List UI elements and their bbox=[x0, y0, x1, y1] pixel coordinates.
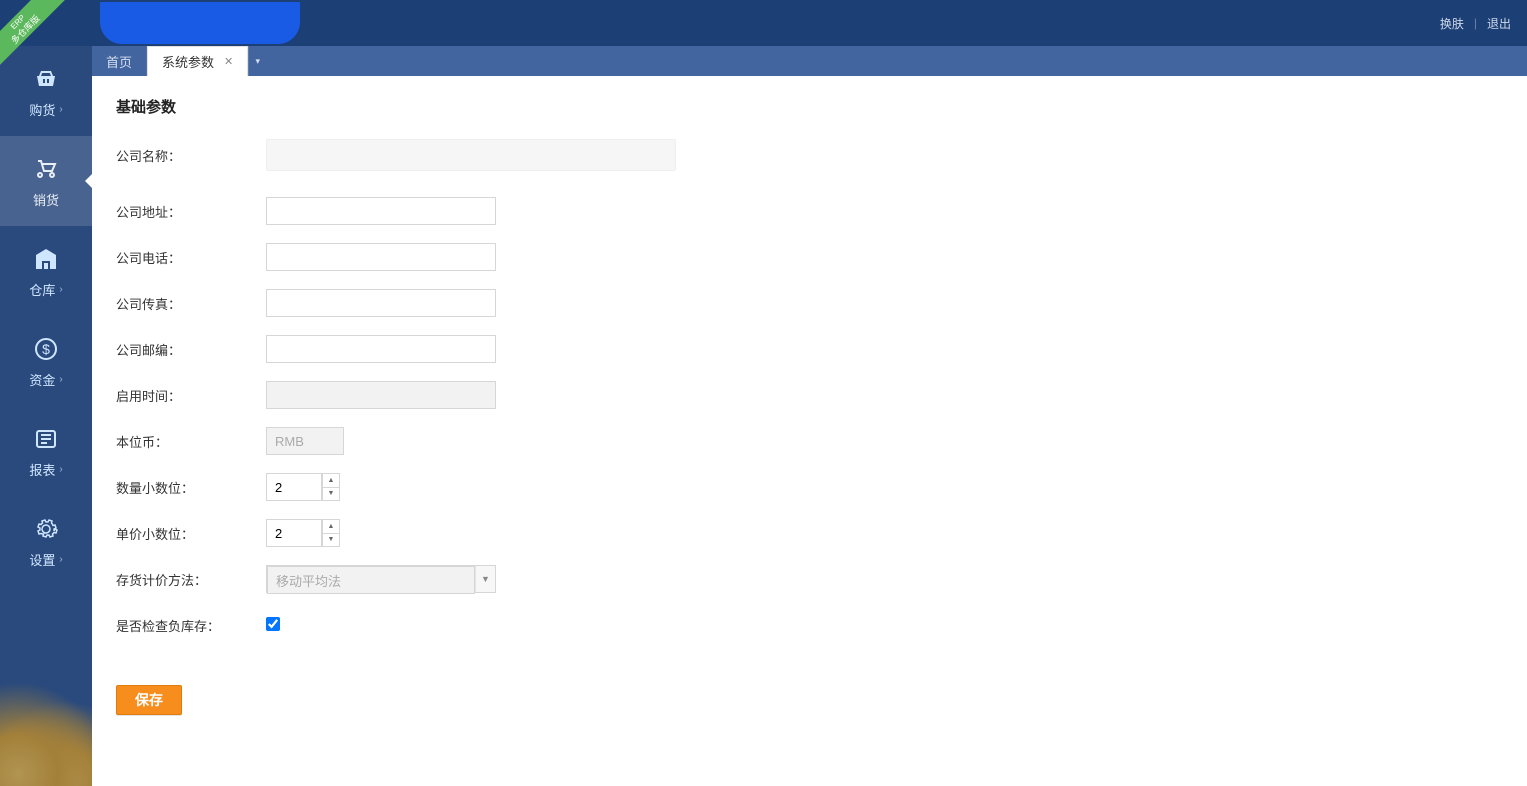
price-decimals-input[interactable] bbox=[266, 519, 322, 547]
corner-banner: ERP 多仓库版 bbox=[0, 0, 70, 70]
row-base-currency: 本位币： bbox=[116, 427, 1503, 455]
label-company-fax: 公司传真： bbox=[116, 294, 266, 313]
logout-link[interactable]: 退出 bbox=[1487, 15, 1511, 32]
save-button[interactable]: 保存 bbox=[116, 685, 182, 715]
row-company-address: 公司地址： bbox=[116, 197, 1503, 225]
costing-method-input bbox=[267, 566, 475, 594]
cart-icon bbox=[29, 154, 63, 184]
sidebar-label: 销货 bbox=[33, 190, 59, 209]
spinner-up-icon[interactable]: ▲ bbox=[323, 474, 339, 488]
label-company-zip: 公司邮编： bbox=[116, 340, 266, 359]
label-company-phone: 公司电话： bbox=[116, 248, 266, 267]
label-base-currency: 本位币： bbox=[116, 432, 266, 451]
chevron-down-icon[interactable]: ▼ bbox=[475, 566, 495, 592]
dollar-icon: $ bbox=[29, 334, 63, 364]
company-fax-input[interactable] bbox=[266, 289, 496, 317]
sidebar-label: 购货 bbox=[29, 100, 55, 119]
sidebar-item-finance[interactable]: $ 资金 › bbox=[0, 316, 92, 406]
company-phone-input[interactable] bbox=[266, 243, 496, 271]
label-qty-decimals: 数量小数位： bbox=[116, 478, 266, 497]
sidebar-label: 报表 bbox=[29, 460, 55, 479]
sidebar-label: 仓库 bbox=[29, 280, 55, 299]
gear-icon bbox=[29, 514, 63, 544]
spinner-up-icon[interactable]: ▲ bbox=[323, 520, 339, 534]
company-zip-input[interactable] bbox=[266, 335, 496, 363]
svg-text:$: $ bbox=[42, 341, 50, 357]
base-currency-input bbox=[266, 427, 344, 455]
section-title: 基础参数 bbox=[116, 96, 1503, 117]
row-price-decimals: 单价小数位： ▲ ▼ bbox=[116, 519, 1503, 547]
warehouse-icon bbox=[29, 244, 63, 274]
tab-home[interactable]: 首页 bbox=[92, 46, 147, 76]
main: 首页 系统参数 ✕ ▾ 基础参数 公司名称： 公司地址： bbox=[92, 46, 1527, 786]
report-icon bbox=[29, 424, 63, 454]
chevron-right-icon: › bbox=[59, 554, 62, 565]
sidebar-item-warehouse[interactable]: 仓库 › bbox=[0, 226, 92, 316]
row-qty-decimals: 数量小数位： ▲ ▼ bbox=[116, 473, 1503, 501]
chevron-right-icon: › bbox=[59, 374, 62, 385]
spinner-down-icon[interactable]: ▼ bbox=[323, 534, 339, 547]
sidebar-item-settings[interactable]: 设置 › bbox=[0, 496, 92, 586]
tab-label: 首页 bbox=[106, 52, 132, 71]
topbar-right: 换肤 | 退出 bbox=[1440, 0, 1511, 46]
chevron-right-icon: › bbox=[59, 104, 62, 115]
costing-method-combo[interactable]: ▼ bbox=[266, 565, 496, 593]
row-company-fax: 公司传真： bbox=[116, 289, 1503, 317]
company-name-field bbox=[266, 139, 676, 171]
label-costing-method: 存货计价方法： bbox=[116, 570, 266, 589]
label-company-address: 公司地址： bbox=[116, 202, 266, 221]
qty-decimals-input[interactable] bbox=[266, 473, 322, 501]
topbar: ERP 多仓库版 换肤 | 退出 bbox=[0, 0, 1527, 46]
skin-link[interactable]: 换肤 bbox=[1440, 15, 1464, 32]
tabbar: 首页 系统参数 ✕ ▾ bbox=[92, 46, 1527, 76]
tab-dropdown[interactable]: ▾ bbox=[248, 46, 266, 76]
tab-system-params[interactable]: 系统参数 ✕ bbox=[147, 46, 248, 76]
row-company-name: 公司名称： bbox=[116, 139, 1503, 171]
row-costing-method: 存货计价方法： ▼ bbox=[116, 565, 1503, 593]
check-negative-checkbox[interactable] bbox=[266, 617, 280, 631]
close-icon[interactable]: ✕ bbox=[224, 55, 233, 68]
row-company-phone: 公司电话： bbox=[116, 243, 1503, 271]
sidebar-label: 资金 bbox=[29, 370, 55, 389]
topbar-divider: | bbox=[1474, 16, 1477, 30]
label-check-negative: 是否检查负库存： bbox=[116, 616, 266, 635]
price-decimals-spinner[interactable]: ▲ ▼ bbox=[266, 519, 340, 547]
logo-pill bbox=[100, 2, 300, 44]
row-enable-time: 启用时间： bbox=[116, 381, 1503, 409]
content: 基础参数 公司名称： 公司地址： 公司电话： 公司传真： bbox=[92, 76, 1527, 786]
row-check-negative: 是否检查负库存： bbox=[116, 611, 1503, 639]
label-enable-time: 启用时间： bbox=[116, 386, 266, 405]
sidebar-item-report[interactable]: 报表 › bbox=[0, 406, 92, 496]
row-company-zip: 公司邮编： bbox=[116, 335, 1503, 363]
sidebar: 购货 › 销货 仓库 › $ 资金 › bbox=[0, 46, 92, 786]
sidebar-label: 设置 bbox=[29, 550, 55, 569]
sidebar-item-sell[interactable]: 销货 bbox=[0, 136, 92, 226]
enable-time-input bbox=[266, 381, 496, 409]
company-address-input[interactable] bbox=[266, 197, 496, 225]
spinner-down-icon[interactable]: ▼ bbox=[323, 488, 339, 501]
qty-decimals-spinner[interactable]: ▲ ▼ bbox=[266, 473, 340, 501]
label-price-decimals: 单价小数位： bbox=[116, 524, 266, 543]
chevron-right-icon: › bbox=[59, 284, 62, 295]
label-company-name: 公司名称： bbox=[116, 146, 266, 165]
tab-label: 系统参数 bbox=[162, 52, 214, 71]
chevron-right-icon: › bbox=[59, 464, 62, 475]
